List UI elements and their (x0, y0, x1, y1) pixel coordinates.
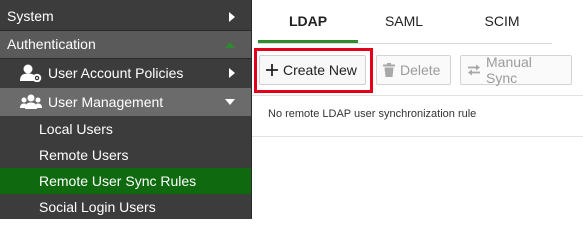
tab-scim[interactable]: SCIM (454, 0, 550, 42)
nav-remote-users-label: Remote Users (39, 147, 129, 163)
nav-remote-users[interactable]: Remote Users (0, 142, 251, 168)
chevron-up-icon (225, 31, 235, 58)
tab-ldap[interactable]: LDAP (258, 0, 358, 42)
main-panel: LDAP SAML SCIM Create New Delete Manual … (252, 0, 583, 219)
tabs-divider (258, 43, 552, 44)
manual-sync-button[interactable]: Manual Sync (460, 54, 572, 86)
tab-saml-label: SAML (384, 13, 424, 29)
chevron-down-icon (225, 88, 235, 116)
nav-social-login-users-label: Social Login Users (39, 199, 156, 215)
create-new-label: Create New (283, 62, 357, 78)
nav-social-login-users[interactable]: Social Login Users (0, 194, 251, 220)
nav-user-management-label: User Management (48, 94, 164, 110)
trash-icon (383, 63, 395, 77)
nav-authentication[interactable]: Authentication (0, 31, 251, 58)
nav-user-account-policies[interactable]: User Account Policies (0, 59, 251, 87)
tab-saml[interactable]: SAML (356, 0, 452, 42)
empty-state-message: No remote LDAP user synchronization rule (268, 108, 477, 120)
nav-local-users[interactable]: Local Users (0, 116, 251, 142)
delete-label: Delete (400, 62, 441, 78)
nav-remote-user-sync-rules[interactable]: Remote User Sync Rules (0, 168, 251, 194)
delete-button[interactable]: Delete (376, 55, 451, 85)
nav-system-label: System (7, 8, 54, 24)
users-icon (20, 88, 42, 116)
nav-remote-user-sync-rules-label: Remote User Sync Rules (39, 173, 197, 189)
empty-state-divider (252, 136, 583, 137)
create-new-button[interactable]: Create New (259, 55, 366, 85)
sync-arrows-icon (467, 64, 481, 76)
sidebar: System Authentication User Account Polic… (0, 0, 252, 219)
toolbar-divider (252, 95, 583, 96)
nav-system[interactable]: System (0, 3, 251, 30)
nav-user-account-policies-label: User Account Policies (48, 65, 184, 81)
nav-user-management[interactable]: User Management (0, 88, 251, 116)
tab-scim-label: SCIM (484, 13, 520, 29)
nav-local-users-label: Local Users (39, 121, 113, 137)
user-settings-icon (20, 59, 42, 87)
plus-icon (266, 64, 278, 76)
chevron-right-icon (229, 59, 235, 87)
tab-ldap-label: LDAP (288, 13, 328, 29)
manual-sync-label: Manual Sync (486, 54, 532, 86)
chevron-right-icon (229, 3, 235, 30)
nav-authentication-label: Authentication (7, 36, 96, 52)
